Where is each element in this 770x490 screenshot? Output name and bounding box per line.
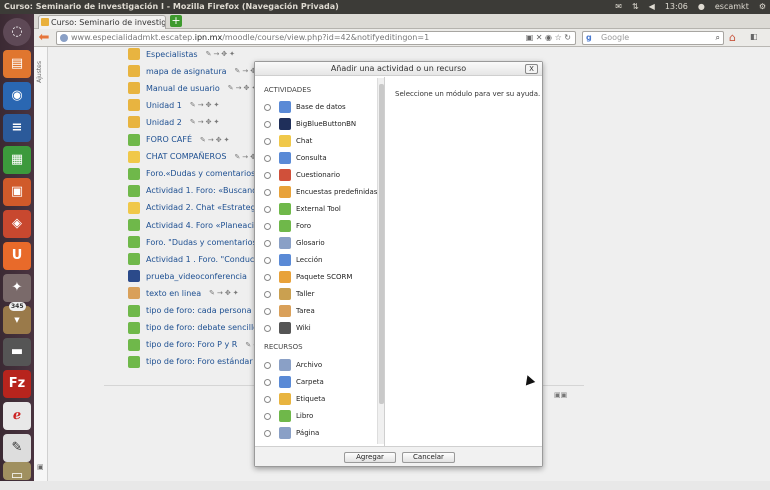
module-option-label: Etiqueta <box>296 395 326 403</box>
question-icon <box>279 152 291 164</box>
module-option[interactable]: Encuestas predefinidas <box>264 185 377 199</box>
module-option[interactable]: Etiqueta <box>264 392 325 406</box>
module-option-label: Encuestas predefinidas <box>296 188 378 196</box>
cancel-button[interactable]: Cancelar <box>402 452 455 463</box>
chat-icon <box>279 135 291 147</box>
module-option[interactable]: Libro <box>264 409 313 423</box>
module-option-label: Wiki <box>296 324 311 332</box>
module-option-label: Página <box>296 429 320 437</box>
module-option[interactable]: Consulta <box>264 151 327 165</box>
module-option[interactable]: Página <box>264 426 319 440</box>
module-option[interactable]: Lección <box>264 253 322 267</box>
forum-icon <box>279 220 291 232</box>
modal-overlay: Añadir una actividad o un recurso X ACTI… <box>0 0 770 481</box>
radio-button[interactable] <box>264 103 271 111</box>
radio-button[interactable] <box>264 429 271 437</box>
file-icon <box>279 359 291 371</box>
survey-icon <box>279 186 291 198</box>
section-heading: RECURSOS <box>264 343 303 351</box>
module-option[interactable]: External Tool <box>264 202 341 216</box>
radio-button[interactable] <box>264 239 271 247</box>
module-option-label: Archivo <box>296 361 323 369</box>
module-list-scrollbar[interactable] <box>377 78 384 444</box>
book-icon <box>279 410 291 422</box>
module-option-label: Carpeta <box>296 378 324 386</box>
dialog-title: Añadir una actividad o un recurso <box>330 64 467 73</box>
module-option-label: Lección <box>296 256 323 264</box>
folder-icon <box>279 376 291 388</box>
radio-button[interactable] <box>264 412 271 420</box>
module-list: ACTIVIDADES Base de datos BigBlueButtonBN C… <box>255 77 385 446</box>
module-option[interactable]: Base de datos <box>264 100 346 114</box>
wiki-icon <box>279 322 291 334</box>
label-icon <box>279 393 291 405</box>
radio-button[interactable] <box>264 256 271 264</box>
radio-button[interactable] <box>264 307 271 315</box>
module-help-text: Seleccione un módulo para ver su ayuda. <box>395 90 541 98</box>
radio-button[interactable] <box>264 137 271 145</box>
add-button[interactable]: Agregar <box>344 452 396 463</box>
module-option-label: Chat <box>296 137 313 145</box>
radio-button[interactable] <box>264 395 271 403</box>
scorm-icon <box>279 271 291 283</box>
module-option[interactable]: Chat <box>264 134 312 148</box>
module-option-label: Base de datos <box>296 103 346 111</box>
module-option[interactable]: Foro <box>264 219 311 233</box>
section-heading: ACTIVIDADES <box>264 86 312 94</box>
lesson-icon <box>279 254 291 266</box>
module-option-label: Taller <box>296 290 315 298</box>
module-option[interactable]: Glosario <box>264 236 325 250</box>
radio-button[interactable] <box>264 154 271 162</box>
radio-button[interactable] <box>264 188 271 196</box>
radio-button[interactable] <box>264 378 271 386</box>
module-option-label: BigBlueButtonBN <box>296 120 357 128</box>
bigbluebutton-icon <box>279 118 291 130</box>
page-icon <box>279 427 291 439</box>
module-option-label: Consulta <box>296 154 327 162</box>
radio-button[interactable] <box>264 273 271 281</box>
module-option[interactable]: Paquete SCORM <box>264 270 352 284</box>
module-option-label: Glosario <box>296 239 325 247</box>
close-button[interactable]: X <box>525 64 538 74</box>
module-option-label: Paquete SCORM <box>296 273 353 281</box>
module-option[interactable]: Archivo <box>264 358 322 372</box>
database-icon <box>279 101 291 113</box>
radio-button[interactable] <box>264 171 271 179</box>
scrollbar-thumb[interactable] <box>379 84 384 404</box>
module-option[interactable]: Tarea <box>264 304 315 318</box>
radio-button[interactable] <box>264 205 271 213</box>
radio-button[interactable] <box>264 361 271 369</box>
module-option-label: External Tool <box>296 205 341 213</box>
assignment-icon <box>279 305 291 317</box>
quiz-icon <box>279 169 291 181</box>
dialog-header: Añadir una actividad o un recurso X <box>255 62 542 76</box>
module-option[interactable]: BigBlueButtonBN <box>264 117 356 131</box>
module-option-label: Foro <box>296 222 312 230</box>
module-option-label: Libro <box>296 412 314 420</box>
module-option[interactable]: Carpeta <box>264 375 324 389</box>
dialog-footer: Agregar Cancelar <box>255 446 542 466</box>
radio-button[interactable] <box>264 324 271 332</box>
module-option[interactable]: Taller <box>264 287 314 301</box>
module-option[interactable]: Cuestionario <box>264 168 340 182</box>
add-activity-dialog: Añadir una actividad o un recurso X ACTI… <box>254 61 543 467</box>
puzzle-icon <box>279 203 291 215</box>
radio-button[interactable] <box>264 290 271 298</box>
glossary-icon <box>279 237 291 249</box>
module-option-label: Cuestionario <box>296 171 341 179</box>
module-option-label: Tarea <box>296 307 315 315</box>
radio-button[interactable] <box>264 222 271 230</box>
module-option[interactable]: Wiki <box>264 321 311 335</box>
workshop-icon <box>279 288 291 300</box>
radio-button[interactable] <box>264 120 271 128</box>
